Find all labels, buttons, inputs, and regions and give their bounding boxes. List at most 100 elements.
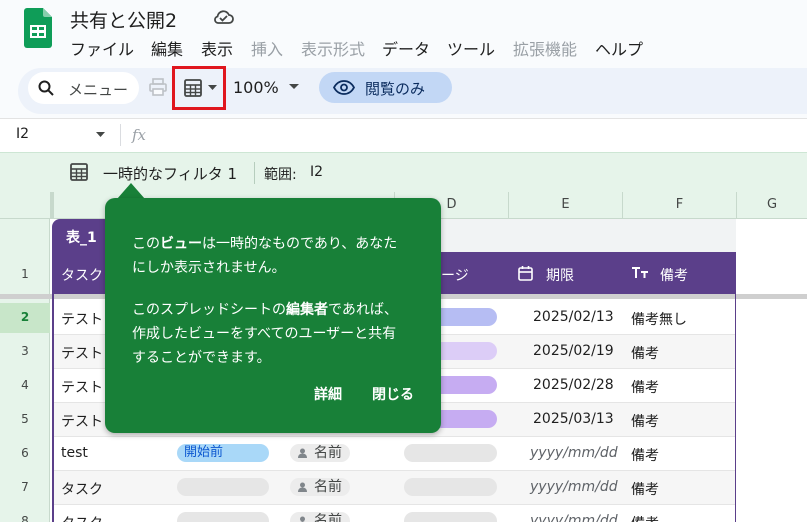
notes-cell[interactable]: 備考 [631, 513, 659, 522]
person-name: 名前 [314, 445, 342, 461]
sheets-logo[interactable] [24, 8, 52, 48]
column-header-g[interactable]: G [736, 192, 807, 219]
task-cell[interactable]: テスト [61, 309, 103, 329]
stage-chip-empty[interactable] [404, 444, 497, 462]
person-icon [298, 448, 307, 458]
popover-line-2: にしか表示されません。 [132, 260, 286, 276]
text-type-icon [632, 267, 648, 278]
details-button[interactable]: 詳細 [314, 384, 342, 404]
row-header-7[interactable]: 7 [0, 480, 50, 494]
popover-arrow [117, 183, 145, 199]
task-cell[interactable]: テスト [61, 377, 103, 397]
menu-tools[interactable]: ツール [447, 36, 495, 60]
notes-cell[interactable]: 備考 [631, 343, 659, 363]
due-cell[interactable]: yyyy/mm/dd [530, 445, 618, 461]
header-due[interactable]: 期限 [546, 265, 574, 285]
notes-cell[interactable]: 備考 [631, 411, 659, 431]
status-chip-empty[interactable] [177, 512, 269, 522]
print-icon[interactable] [149, 78, 167, 96]
due-cell[interactable]: 2025/02/19 [533, 343, 614, 359]
filter-view-grid-icon [184, 79, 202, 97]
menu-format[interactable]: 表示形式 [301, 36, 365, 60]
menu-data[interactable]: データ [382, 36, 430, 60]
header-notes[interactable]: 備考 [660, 265, 688, 285]
table-row[interactable]: タスク 名前 yyyy/mm/dd 備考 [52, 471, 736, 505]
filter-view-name[interactable]: 一時的なフィルタ 1 [103, 163, 237, 184]
row-header-4[interactable]: 4 [0, 378, 50, 392]
zoom-chevron-down-icon[interactable] [289, 84, 299, 90]
header-stage[interactable]: ージ [441, 265, 469, 285]
task-cell[interactable]: テスト [61, 343, 103, 363]
row-header-8[interactable]: 8 [0, 514, 50, 522]
table-row[interactable]: test 開始前 名前 yyyy/mm/dd 備考 [52, 437, 736, 471]
zoom-select[interactable]: 100% [233, 78, 279, 97]
popover-line-1: このビューは一時的なものであり、あなた [132, 236, 398, 252]
name-box-chevron-down-icon[interactable] [96, 132, 105, 138]
row-header-5[interactable]: 5 [0, 412, 50, 426]
menu-view[interactable]: 表示 [201, 36, 233, 60]
header-task[interactable]: タスク [61, 265, 103, 285]
popover-line-3: このスプレッドシートの編集者であれば、 [132, 302, 398, 318]
temporary-view-popover: このビューは一時的なものであり、あなた にしか表示されません。 このスプレッドシ… [105, 198, 441, 433]
name-box[interactable]: I2 [16, 126, 29, 142]
person-chip[interactable]: 名前 [290, 444, 350, 462]
filter-view-button[interactable] [172, 66, 226, 110]
status-chip-empty[interactable] [177, 478, 269, 496]
frozen-column-divider [50, 192, 54, 219]
task-cell[interactable]: タスク [61, 479, 103, 499]
menu-search-label: メニュー [68, 81, 129, 99]
view-only-button[interactable]: 閲覧のみ [319, 72, 452, 103]
menu-help[interactable]: ヘルプ [595, 36, 643, 60]
row-header-bar [0, 219, 50, 522]
notes-cell[interactable]: 備考無し [631, 309, 687, 329]
stage-chip-empty[interactable] [404, 478, 497, 496]
task-cell[interactable]: test [61, 445, 88, 461]
formula-divider [120, 124, 121, 146]
close-button[interactable]: 閉じる [372, 384, 414, 404]
due-cell[interactable]: yyyy/mm/dd [530, 513, 618, 522]
row-header-6[interactable]: 6 [0, 446, 50, 460]
due-cell[interactable]: 2025/03/13 [533, 411, 614, 427]
column-header-e[interactable]: E [508, 192, 622, 219]
person-icon [300, 516, 305, 522]
table-border [735, 294, 736, 522]
eye-icon [333, 80, 355, 95]
column-header-f[interactable]: F [622, 192, 736, 219]
menu-insert[interactable]: 挿入 [251, 36, 283, 60]
search-icon [38, 80, 54, 96]
notes-cell[interactable]: 備考 [631, 479, 659, 499]
menu-search-box[interactable]: メニュー [28, 72, 139, 104]
formula-input[interactable] [158, 121, 807, 149]
notes-cell[interactable]: 備考 [631, 445, 659, 465]
cloud-saved-icon[interactable] [212, 9, 234, 25]
notes-cell[interactable]: 備考 [631, 377, 659, 397]
filter-divider [254, 162, 255, 184]
person-chip[interactable]: 名前 [290, 512, 350, 522]
row-header-3[interactable]: 3 [0, 344, 50, 358]
fx-icon: fx [132, 126, 147, 144]
due-cell[interactable]: 2025/02/13 [533, 309, 614, 325]
due-cell[interactable]: 2025/02/28 [533, 377, 614, 393]
due-cell[interactable]: yyyy/mm/dd [530, 479, 618, 495]
filter-view-icon [70, 163, 88, 181]
task-cell[interactable]: タスク [61, 513, 103, 522]
person-icon [298, 482, 307, 492]
table-row[interactable]: タスク 名前 yyyy/mm/dd 備考 [52, 505, 736, 522]
popover-line-5: することができます。 [132, 350, 271, 366]
document-title[interactable]: 共有と公開2 [70, 6, 177, 33]
view-only-label: 閲覧のみ [365, 80, 426, 98]
menu-file[interactable]: ファイル [70, 36, 134, 60]
filter-range-label: 範囲: [264, 167, 297, 183]
stage-chip-empty[interactable] [404, 512, 497, 522]
task-cell[interactable]: テスト [61, 411, 103, 431]
menu-extensions[interactable]: 拡張機能 [513, 36, 577, 60]
row-header-1[interactable]: 1 [0, 267, 50, 281]
menu-edit[interactable]: 編集 [151, 36, 183, 60]
person-chip[interactable]: 名前 [290, 478, 350, 496]
chevron-down-icon [208, 85, 217, 90]
row-header-2[interactable]: 2 [0, 310, 50, 324]
status-chip[interactable]: 開始前 [177, 444, 269, 462]
calendar-icon [518, 266, 533, 281]
person-name: 名前 [314, 479, 342, 495]
filter-range-value[interactable]: I2 [310, 164, 323, 180]
